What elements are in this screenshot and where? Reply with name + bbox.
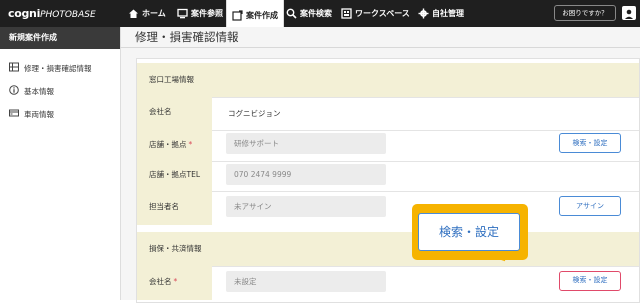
- section-heading-repair-shop: 窓口工場情報: [137, 63, 639, 97]
- store-search-set-button[interactable]: 検索・設定: [559, 133, 621, 153]
- insurance-company-label: 会社名 *: [137, 264, 212, 300]
- nav-company-management-label: 自社管理: [432, 9, 464, 18]
- app-logo[interactable]: cogniPHOTOBASE: [8, 7, 96, 21]
- sidebar-item-label: 基本情報: [24, 86, 54, 96]
- nav-home[interactable]: ホーム: [128, 0, 166, 27]
- info-icon: [9, 85, 19, 97]
- sidebar-item-label: 車両情報: [24, 109, 54, 119]
- search-icon: [286, 8, 297, 19]
- sidebar-heading: 新規案件作成: [0, 27, 120, 49]
- create-icon: [232, 9, 243, 21]
- list-icon: [9, 62, 19, 74]
- sidebar-item-vehicle-info[interactable]: 車両情報: [0, 103, 120, 125]
- car-icon: [9, 108, 19, 120]
- nav-case-reference[interactable]: 案件参照: [177, 0, 223, 27]
- top-navigation-bar: cogniPHOTOBASE ホーム 案件参照 案件作成 案件検索 ワークスペー…: [0, 0, 640, 30]
- divider: [137, 130, 639, 131]
- required-mark: *: [188, 140, 193, 149]
- workspace-icon: [341, 8, 352, 19]
- user-icon[interactable]: [622, 6, 636, 20]
- nav-case-search[interactable]: 案件検索: [286, 0, 332, 27]
- assign-button[interactable]: アサイン: [559, 196, 621, 216]
- staff-name-label: 担当者名: [137, 189, 212, 225]
- divider: [137, 161, 639, 162]
- store-label-text: 店舗・拠点: [149, 140, 187, 149]
- nav-workspace-label: ワークスペース: [355, 9, 410, 18]
- gear-icon: [418, 8, 429, 19]
- title-divider: [120, 47, 640, 48]
- company-name-value: コグニビジョン: [228, 109, 281, 118]
- divider: [137, 97, 639, 98]
- nav-case-search-label: 案件検索: [300, 9, 332, 18]
- store-tel-label: 店舗・拠点TEL: [137, 157, 212, 193]
- logo-main-text: cogni: [8, 7, 41, 20]
- help-button[interactable]: お困りですか？: [554, 5, 616, 21]
- nav-case-create-label: 案件作成: [246, 10, 278, 20]
- insurance-company-input[interactable]: 未設定: [226, 271, 386, 292]
- company-name-label: 会社名: [137, 94, 212, 130]
- divider: [137, 266, 639, 267]
- sidebar-item-basic-info[interactable]: 基本情報: [0, 80, 120, 102]
- logo-sub-text: PHOTOBASE: [40, 10, 96, 20]
- page-title: 修理・損害確認情報: [135, 30, 239, 44]
- nav-case-reference-label: 案件参照: [191, 9, 223, 18]
- staff-name-input[interactable]: 未アサイン: [226, 196, 386, 217]
- nav-workspace[interactable]: ワークスペース: [341, 0, 410, 27]
- required-mark: *: [173, 277, 178, 286]
- sidebar-item-label: 修理・損害確認情報: [24, 63, 92, 73]
- nav-home-label: ホーム: [142, 9, 166, 18]
- insurance-company-label-text: 会社名: [149, 277, 172, 286]
- home-icon: [128, 8, 139, 19]
- divider: [137, 191, 639, 192]
- section-heading-insurance: 損保・共済情報: [137, 232, 639, 266]
- sidebar-item-repair-damage[interactable]: 修理・損害確認情報: [0, 57, 120, 79]
- store-input[interactable]: 研修サポート: [226, 133, 386, 154]
- store-tel-input[interactable]: 070 2474 9999: [226, 164, 386, 185]
- monitor-icon: [177, 8, 188, 19]
- nav-case-create[interactable]: 案件作成: [226, 0, 284, 30]
- insurance-search-set-button[interactable]: 検索・設定: [559, 271, 621, 291]
- nav-company-management[interactable]: 自社管理: [418, 0, 464, 27]
- callout-search-set-button[interactable]: 検索・設定: [418, 213, 520, 251]
